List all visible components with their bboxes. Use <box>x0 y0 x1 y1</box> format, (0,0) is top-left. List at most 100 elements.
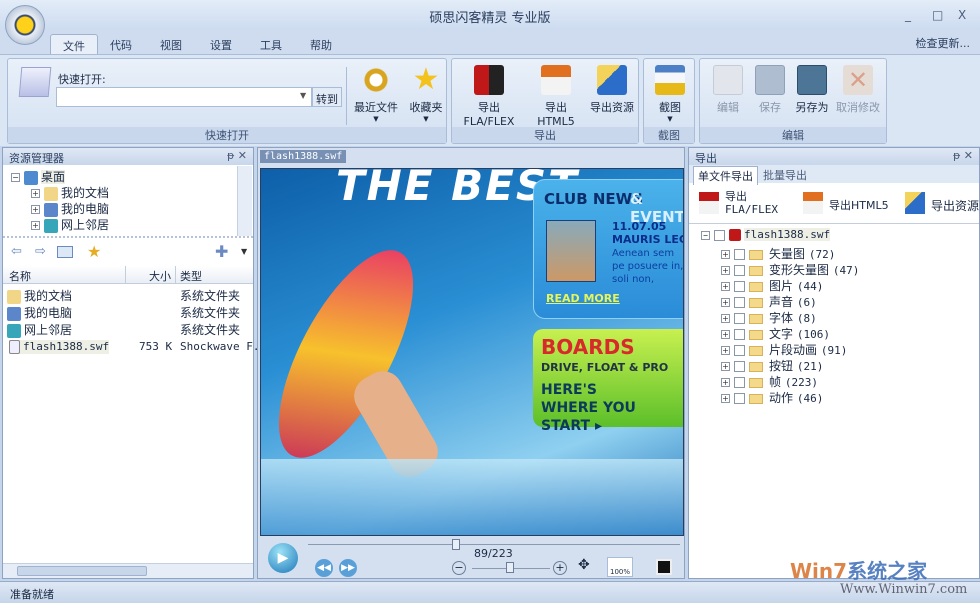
tab-single-export[interactable]: 单文件导出 <box>693 166 758 185</box>
column-size[interactable]: 大小 <box>149 268 171 284</box>
item-label: 声音 <box>769 295 793 309</box>
expand-icon[interactable]: + <box>721 282 730 291</box>
item-count: (8) <box>797 312 817 325</box>
pin-close-icons[interactable]: ᵽ ✕ <box>227 149 247 162</box>
boards-title: BOARDS <box>541 335 635 359</box>
export-tree-item[interactable]: +片段动画 (91) <box>721 341 847 358</box>
zoom-slider-thumb[interactable] <box>506 562 514 573</box>
checkbox[interactable] <box>734 265 745 276</box>
checkbox[interactable] <box>734 329 745 340</box>
expand-icon[interactable]: + <box>721 314 730 323</box>
checkbox[interactable] <box>734 313 745 324</box>
timeline-track[interactable] <box>308 544 680 545</box>
expand-icon[interactable]: + <box>721 378 730 387</box>
cancel-edit-button[interactable]: ✕取消修改 <box>830 65 886 115</box>
scrollbar-thumb[interactable] <box>17 566 147 576</box>
background-color-button[interactable] <box>656 559 672 575</box>
export-tree-item[interactable]: +动作 (46) <box>721 389 823 406</box>
checkbox[interactable] <box>734 377 745 388</box>
tree-item-network[interactable]: +网上邻居 <box>31 216 109 233</box>
maximize-button[interactable]: □ <box>932 8 943 22</box>
export-tree-item[interactable]: +矢量图 (72) <box>721 245 835 262</box>
file-row[interactable]: 我的电脑系统文件夹 <box>5 303 251 320</box>
expand-icon[interactable]: + <box>721 394 730 403</box>
tree-item-computer[interactable]: +我的电脑 <box>31 200 109 217</box>
screenshot-button[interactable]: 截图▼ <box>642 65 698 123</box>
tab-view[interactable]: 视图 <box>148 34 194 54</box>
file-row[interactable]: 我的文档系统文件夹 <box>5 286 251 303</box>
close-button[interactable]: X <box>958 8 966 22</box>
pan-zoom-icon[interactable]: ✥ <box>578 557 590 573</box>
export-tree-item[interactable]: +帧 (223) <box>721 373 818 390</box>
file-row[interactable]: flash1388.swf753 KShockwave F. <box>5 339 251 356</box>
export-tree-item[interactable]: +按钮 (21) <box>721 357 823 374</box>
quick-open-input[interactable] <box>56 87 312 107</box>
checkbox[interactable] <box>734 281 745 292</box>
flash-preview[interactable]: THE BEST CLUB NEWS & EVENTS 11.07.05 MAU… <box>260 168 684 536</box>
file-type: 系统文件夹 <box>180 321 240 338</box>
export-resource-button[interactable]: 导出资源 <box>586 65 638 115</box>
zoom-in-button[interactable]: + <box>553 561 567 575</box>
forward-icon[interactable]: ⇨ <box>35 244 46 259</box>
export-tree-item[interactable]: +变形矢量图 (47) <box>721 261 859 278</box>
favorites-button[interactable]: ★收藏夹▼ <box>398 65 454 123</box>
expand-icon[interactable]: + <box>721 250 730 259</box>
file-row[interactable]: 网上邻居系统文件夹 <box>5 320 251 337</box>
tree-item-desktop[interactable]: −桌面 <box>11 168 65 185</box>
expand-icon[interactable]: + <box>721 362 730 371</box>
favorite-star-icon[interactable]: ★ <box>87 242 101 261</box>
add-icon[interactable]: ✚ <box>215 242 228 261</box>
zoom-out-button[interactable]: − <box>452 561 466 575</box>
tree-scrollbar[interactable] <box>237 166 252 236</box>
tab-code[interactable]: 代码 <box>98 34 144 54</box>
timeline-thumb[interactable] <box>452 539 460 550</box>
export-tree-item[interactable]: +文字 (106) <box>721 325 830 342</box>
export-fla-button[interactable]: 导出FLA/FLEX <box>454 65 524 128</box>
back-icon[interactable]: ⇦ <box>11 244 22 259</box>
recent-files-button[interactable]: 最近文件▼ <box>348 65 404 123</box>
expand-icon[interactable]: + <box>721 266 730 275</box>
checkbox[interactable] <box>714 230 725 241</box>
fast-forward-button[interactable]: ▶▶ <box>339 559 357 577</box>
rewind-button[interactable]: ◀◀ <box>315 559 333 577</box>
read-more-link[interactable]: READ MORE <box>546 292 620 305</box>
checkbox[interactable] <box>734 297 745 308</box>
export-tree-item[interactable]: +声音 (6) <box>721 293 817 310</box>
tab-help[interactable]: 帮助 <box>298 34 344 54</box>
dropdown-arrow-icon[interactable]: ▼ <box>300 91 306 100</box>
edit-group: 编辑 保存 另存为 ✕取消修改 编辑 <box>699 58 887 144</box>
up-folder-icon[interactable] <box>57 246 73 258</box>
tree-root-swf[interactable]: −flash1388.swf <box>701 228 830 241</box>
horizontal-scrollbar[interactable] <box>3 563 253 578</box>
checkbox[interactable] <box>734 345 745 356</box>
column-type[interactable]: 类型 <box>180 268 202 284</box>
item-label: 图片 <box>769 279 793 293</box>
preview-tab[interactable]: flash1388.swf <box>260 150 346 163</box>
check-update-link[interactable]: 检查更新... <box>916 35 971 51</box>
checkbox[interactable] <box>734 393 745 404</box>
play-button[interactable]: ▶ <box>268 543 298 573</box>
swf-file-icon <box>9 340 20 354</box>
checkbox[interactable] <box>734 361 745 372</box>
go-button[interactable]: 转到 <box>312 87 342 107</box>
watermark-url: Www.Winwin7.com <box>840 582 967 597</box>
tab-tools[interactable]: 工具 <box>248 34 294 54</box>
column-name[interactable]: 名称 <box>9 268 31 284</box>
tree-item-documents[interactable]: +我的文档 <box>31 184 109 201</box>
tab-settings[interactable]: 设置 <box>198 34 244 54</box>
export-html5-button[interactable]: 导出HTML5 <box>528 65 584 128</box>
tab-batch-export[interactable]: 批量导出 <box>763 167 807 183</box>
tab-file[interactable]: 文件 <box>50 34 98 54</box>
expand-icon[interactable]: + <box>721 298 730 307</box>
zoom-100-button[interactable]: 100% <box>607 557 633 577</box>
expand-icon[interactable]: + <box>721 346 730 355</box>
app-menu-orb-icon[interactable] <box>5 5 45 45</box>
minimize-button[interactable]: _ <box>905 8 911 22</box>
checkbox[interactable] <box>734 249 745 260</box>
dropdown-arrow-icon[interactable]: ▼ <box>241 247 247 256</box>
pin-close-icons[interactable]: ᵽ ✕ <box>953 149 973 162</box>
export-tree-item[interactable]: +字体 (8) <box>721 309 817 326</box>
cta-link[interactable]: HERE'S WHERE YOU START ▸ <box>541 381 651 435</box>
expand-icon[interactable]: + <box>721 330 730 339</box>
export-tree-item[interactable]: +图片 (44) <box>721 277 823 294</box>
